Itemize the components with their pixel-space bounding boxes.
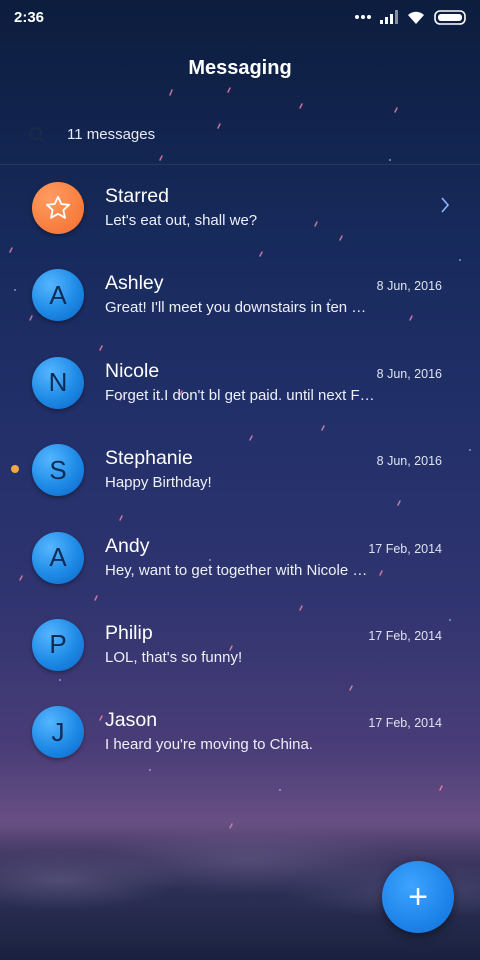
new-message-button[interactable]: + [382, 861, 454, 933]
contact-name: Andy [105, 534, 150, 557]
message-date: 8 Jun, 2016 [376, 279, 442, 294]
message-preview: Great! I'll meet you downstairs in ten … [105, 299, 367, 317]
message-preview: LOL, that's so funny! [105, 648, 243, 666]
status-bar: 2:36 [0, 0, 480, 34]
contact-name: Ashley [105, 272, 164, 295]
star-icon [32, 182, 84, 234]
status-icons [354, 8, 468, 26]
message-date: 17 Feb, 2014 [368, 716, 442, 731]
message-date: 8 Jun, 2016 [376, 366, 442, 381]
message-count: 11 messages [67, 126, 156, 143]
conversation-row[interactable]: A Ashley 8 Jun, 2016 Great! I'll meet yo… [0, 261, 480, 348]
message-date: 17 Feb, 2014 [368, 628, 442, 643]
conversation-row[interactable]: A Andy 17 Feb, 2014 Hey, want to get tog… [0, 524, 480, 611]
message-preview: Hey, want to get together with Nicole … [105, 561, 368, 579]
conversation-row[interactable]: P Philip 17 Feb, 2014 LOL, that's so fun… [0, 611, 480, 698]
more-dots-icon [355, 15, 371, 19]
contact-name: Jason [105, 709, 158, 732]
contact-name: Philip [105, 621, 153, 644]
signal-icon [380, 10, 398, 24]
conversation-row[interactable]: S Stephanie 8 Jun, 2016 Happy Birthday! [0, 436, 480, 523]
avatar: A [32, 531, 84, 584]
plus-icon: + [408, 877, 428, 916]
message-date: 8 Jun, 2016 [376, 454, 442, 469]
message-preview: Happy Birthday! [105, 474, 212, 492]
message-date: 17 Feb, 2014 [368, 541, 442, 556]
conversation-row-starred[interactable]: Starred Let's eat out, shall we? [0, 174, 480, 261]
avatar: A [32, 269, 84, 322]
avatar: N [32, 356, 84, 409]
conversation-row[interactable]: N Nicole 8 Jun, 2016 Forget it.I don't b… [0, 349, 480, 436]
battery-icon [434, 9, 466, 25]
search-icon [29, 127, 45, 143]
contact-name: Nicole [105, 359, 160, 382]
message-preview: Forget it.I don't bl get paid. until nex… [105, 386, 375, 404]
search-bar[interactable]: 11 messages [0, 112, 480, 162]
divider [0, 164, 480, 165]
avatar: S [32, 444, 84, 497]
avatar: P [32, 618, 84, 671]
message-preview: I heard you're moving to China. [105, 736, 313, 754]
conversation-row[interactable]: J Jason 17 Feb, 2014 I heard you're movi… [0, 698, 480, 785]
unread-dot [11, 465, 19, 474]
status-time: 2:36 [14, 9, 45, 26]
chevron-right-icon [441, 197, 450, 213]
message-preview: Let's eat out, shall we? [105, 212, 258, 229]
conversation-list: Starred Let's eat out, shall we? A Ashle… [0, 174, 480, 786]
avatar: J [32, 706, 84, 759]
wifi-icon [408, 11, 424, 24]
page-title: Messaging [188, 57, 292, 79]
contact-name: Stephanie [105, 447, 193, 470]
contact-name: Starred [105, 185, 169, 207]
